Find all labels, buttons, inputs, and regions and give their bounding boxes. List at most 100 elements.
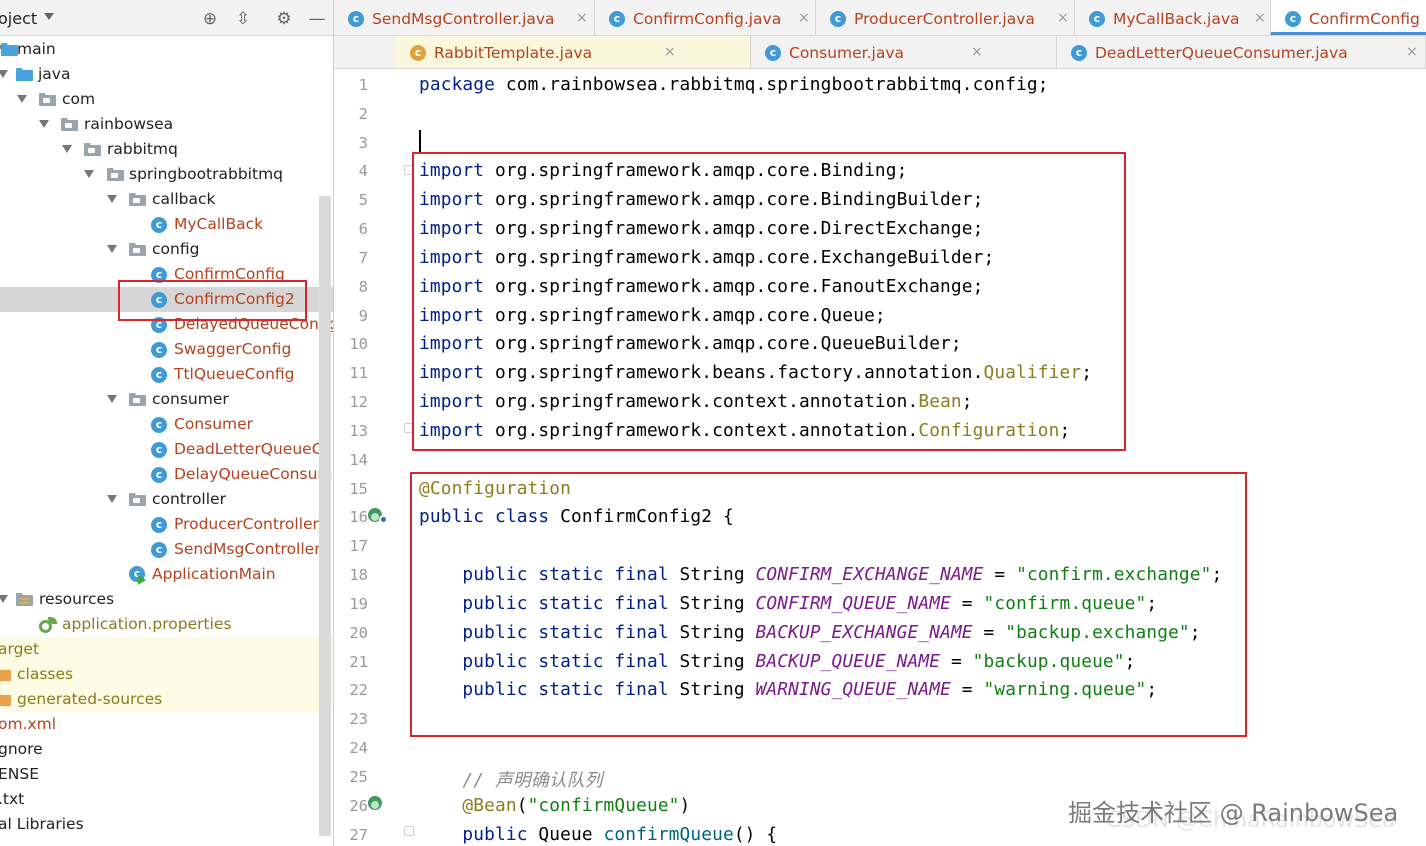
- tree-item-gnore[interactable]: gnore: [0, 737, 333, 762]
- java-class-icon: c: [348, 11, 364, 27]
- line-number: 8: [358, 278, 368, 296]
- expand-arrow-icon[interactable]: [39, 120, 49, 128]
- tree-item-swaggerconfig[interactable]: c SwaggerConfig: [0, 337, 333, 362]
- tree-item-generated-sources[interactable]: generated-sources: [0, 687, 333, 712]
- line-number: 1: [358, 76, 368, 94]
- close-icon[interactable]: ×: [798, 10, 810, 26]
- java-class-icon: c: [1285, 11, 1301, 27]
- editor-tab[interactable]: c DeadLetterQueueConsumer.java ×: [1057, 36, 1426, 68]
- tab-label: Consumer.java: [789, 44, 905, 62]
- line-number: 9: [358, 307, 368, 325]
- highlight-box-imports: [412, 152, 1126, 451]
- tree-item-label: rainbowsea: [84, 115, 174, 133]
- tree-item-callback[interactable]: callback: [0, 187, 333, 212]
- spring-bean-gutter-icon[interactable]: [368, 506, 388, 524]
- project-panel-title[interactable]: oject: [0, 9, 37, 28]
- tree-item-applicationmain[interactable]: c ApplicationMain: [0, 562, 333, 587]
- editor-tab[interactable]: c ConfirmConfig: [1271, 0, 1426, 35]
- tab-label: SendMsgController.java: [372, 10, 555, 28]
- tree-item-resources[interactable]: resources: [0, 587, 333, 612]
- tree-item-classes[interactable]: classes: [0, 662, 333, 687]
- tree-item-springbootrabbitmq[interactable]: springbootrabbitmq: [0, 162, 333, 187]
- java-class-icon: c: [151, 442, 167, 458]
- java-class-icon: c: [765, 45, 781, 61]
- line-number: 5: [358, 191, 368, 209]
- tree-item--txt[interactable]: .txt: [0, 787, 333, 812]
- java-class-icon: c: [410, 45, 426, 61]
- tree-item-ttlqueueconfig[interactable]: c TtlQueueConfig: [0, 362, 333, 387]
- tree-item-com[interactable]: com: [0, 87, 333, 112]
- spring-bean-gutter-icon[interactable]: [368, 794, 388, 812]
- package-folder-icon: [61, 118, 78, 131]
- chevron-down-icon[interactable]: [44, 13, 54, 20]
- expand-arrow-icon[interactable]: [17, 95, 27, 103]
- tab-label: ConfirmConfig: [1309, 10, 1420, 28]
- editor-tab[interactable]: c ConfirmConfig.java ×: [595, 0, 816, 35]
- tree-item-sendmsgcontroller[interactable]: c SendMsgController: [0, 537, 333, 562]
- tree-item-label: TtlQueueConfig: [174, 365, 295, 383]
- line-number: 17: [349, 537, 368, 555]
- tree-item-label: om.xml: [0, 715, 57, 733]
- tree-item-consumer[interactable]: c Consumer: [0, 412, 333, 437]
- tree-item-java[interactable]: java: [0, 62, 333, 87]
- tree-item-rainbowsea[interactable]: rainbowsea: [0, 112, 333, 137]
- close-icon[interactable]: ×: [576, 10, 588, 26]
- tree-item-application-properties[interactable]: application.properties: [0, 612, 333, 637]
- tree-item-al-libraries[interactable]: al Libraries: [0, 812, 333, 837]
- fold-icon[interactable]: [404, 826, 414, 836]
- expand-arrow-icon[interactable]: [107, 495, 117, 503]
- editor-tab[interactable]: c Consumer.java ×: [751, 36, 1057, 68]
- gear-icon[interactable]: ⚙: [274, 9, 294, 29]
- line-number: 27: [349, 826, 368, 844]
- tree-item-producercontroller[interactable]: c ProducerController: [0, 512, 333, 537]
- tree-item-controller[interactable]: controller: [0, 487, 333, 512]
- line-number: 15: [349, 480, 368, 498]
- expand-arrow-icon[interactable]: [107, 395, 117, 403]
- minimize-icon[interactable]: —: [307, 9, 327, 29]
- close-icon[interactable]: ×: [1057, 10, 1069, 26]
- editor-tab[interactable]: c MyCallBack.java ×: [1075, 0, 1271, 35]
- tree-item-label: controller: [152, 490, 226, 508]
- package-folder-icon: [39, 93, 56, 106]
- expand-arrow-icon[interactable]: [0, 595, 8, 603]
- expand-arrow-icon[interactable]: [62, 145, 72, 153]
- close-icon[interactable]: ×: [971, 44, 983, 60]
- tree-item-om-xml[interactable]: om.xml: [0, 712, 333, 737]
- code-line[interactable]: package com.rainbowsea.rabbitmq.springbo…: [419, 74, 1049, 95]
- editor-tab[interactable]: c SendMsgController.java ×: [334, 0, 595, 35]
- close-icon[interactable]: ×: [1406, 44, 1418, 60]
- close-icon[interactable]: ×: [664, 44, 676, 60]
- tree-item-delayqueueconsumer[interactable]: c DelayQueueConsumer: [0, 462, 333, 487]
- java-class-icon: c: [609, 11, 625, 27]
- close-icon[interactable]: ×: [1254, 10, 1266, 26]
- line-number: 26: [349, 797, 368, 815]
- tree-item-rabbitmq[interactable]: rabbitmq: [0, 137, 333, 162]
- collapse-icon[interactable]: ⇳: [233, 9, 253, 29]
- tree-item-config[interactable]: config: [0, 237, 333, 262]
- line-number: 12: [349, 393, 368, 411]
- editor-tabs-row-2: c RabbitTemplate.java × c Consumer.java × c Dea…: [334, 36, 1426, 69]
- tree-item-ense[interactable]: ENSE: [0, 762, 333, 787]
- tree-item-label: generated-sources: [17, 690, 163, 708]
- editor-tab[interactable]: c RabbitTemplate.java ×: [396, 36, 751, 68]
- tree-item-label: rabbitmq: [107, 140, 178, 158]
- editor-tab[interactable]: c ProducerController.java ×: [816, 0, 1075, 35]
- tree-item-label: callback: [152, 190, 216, 208]
- tree-item-label: SendMsgController: [174, 540, 321, 558]
- tree-item-arget[interactable]: arget: [0, 637, 333, 662]
- code-line[interactable]: public Queue confirmQueue() {: [419, 824, 777, 845]
- tree-item-deadletterqueuecon[interactable]: c DeadLetterQueueCon: [0, 437, 333, 462]
- expand-arrow-icon[interactable]: [0, 70, 8, 78]
- tree-item-main[interactable]: main: [0, 37, 333, 62]
- tree-item-mycallback[interactable]: c MyCallBack: [0, 212, 333, 237]
- tree-item-consumer[interactable]: consumer: [0, 387, 333, 412]
- project-scrollbar[interactable]: [319, 196, 331, 836]
- package-folder-icon: [129, 243, 146, 256]
- code-line[interactable]: // 声明确认队列: [419, 766, 603, 792]
- target-icon[interactable]: ⊕: [200, 9, 220, 29]
- code-line[interactable]: @Bean("confirmQueue"): [419, 795, 690, 816]
- expand-arrow-icon[interactable]: [84, 170, 94, 178]
- expand-arrow-icon[interactable]: [107, 245, 117, 253]
- tree-item-label: al Libraries: [0, 815, 84, 833]
- expand-arrow-icon[interactable]: [107, 195, 117, 203]
